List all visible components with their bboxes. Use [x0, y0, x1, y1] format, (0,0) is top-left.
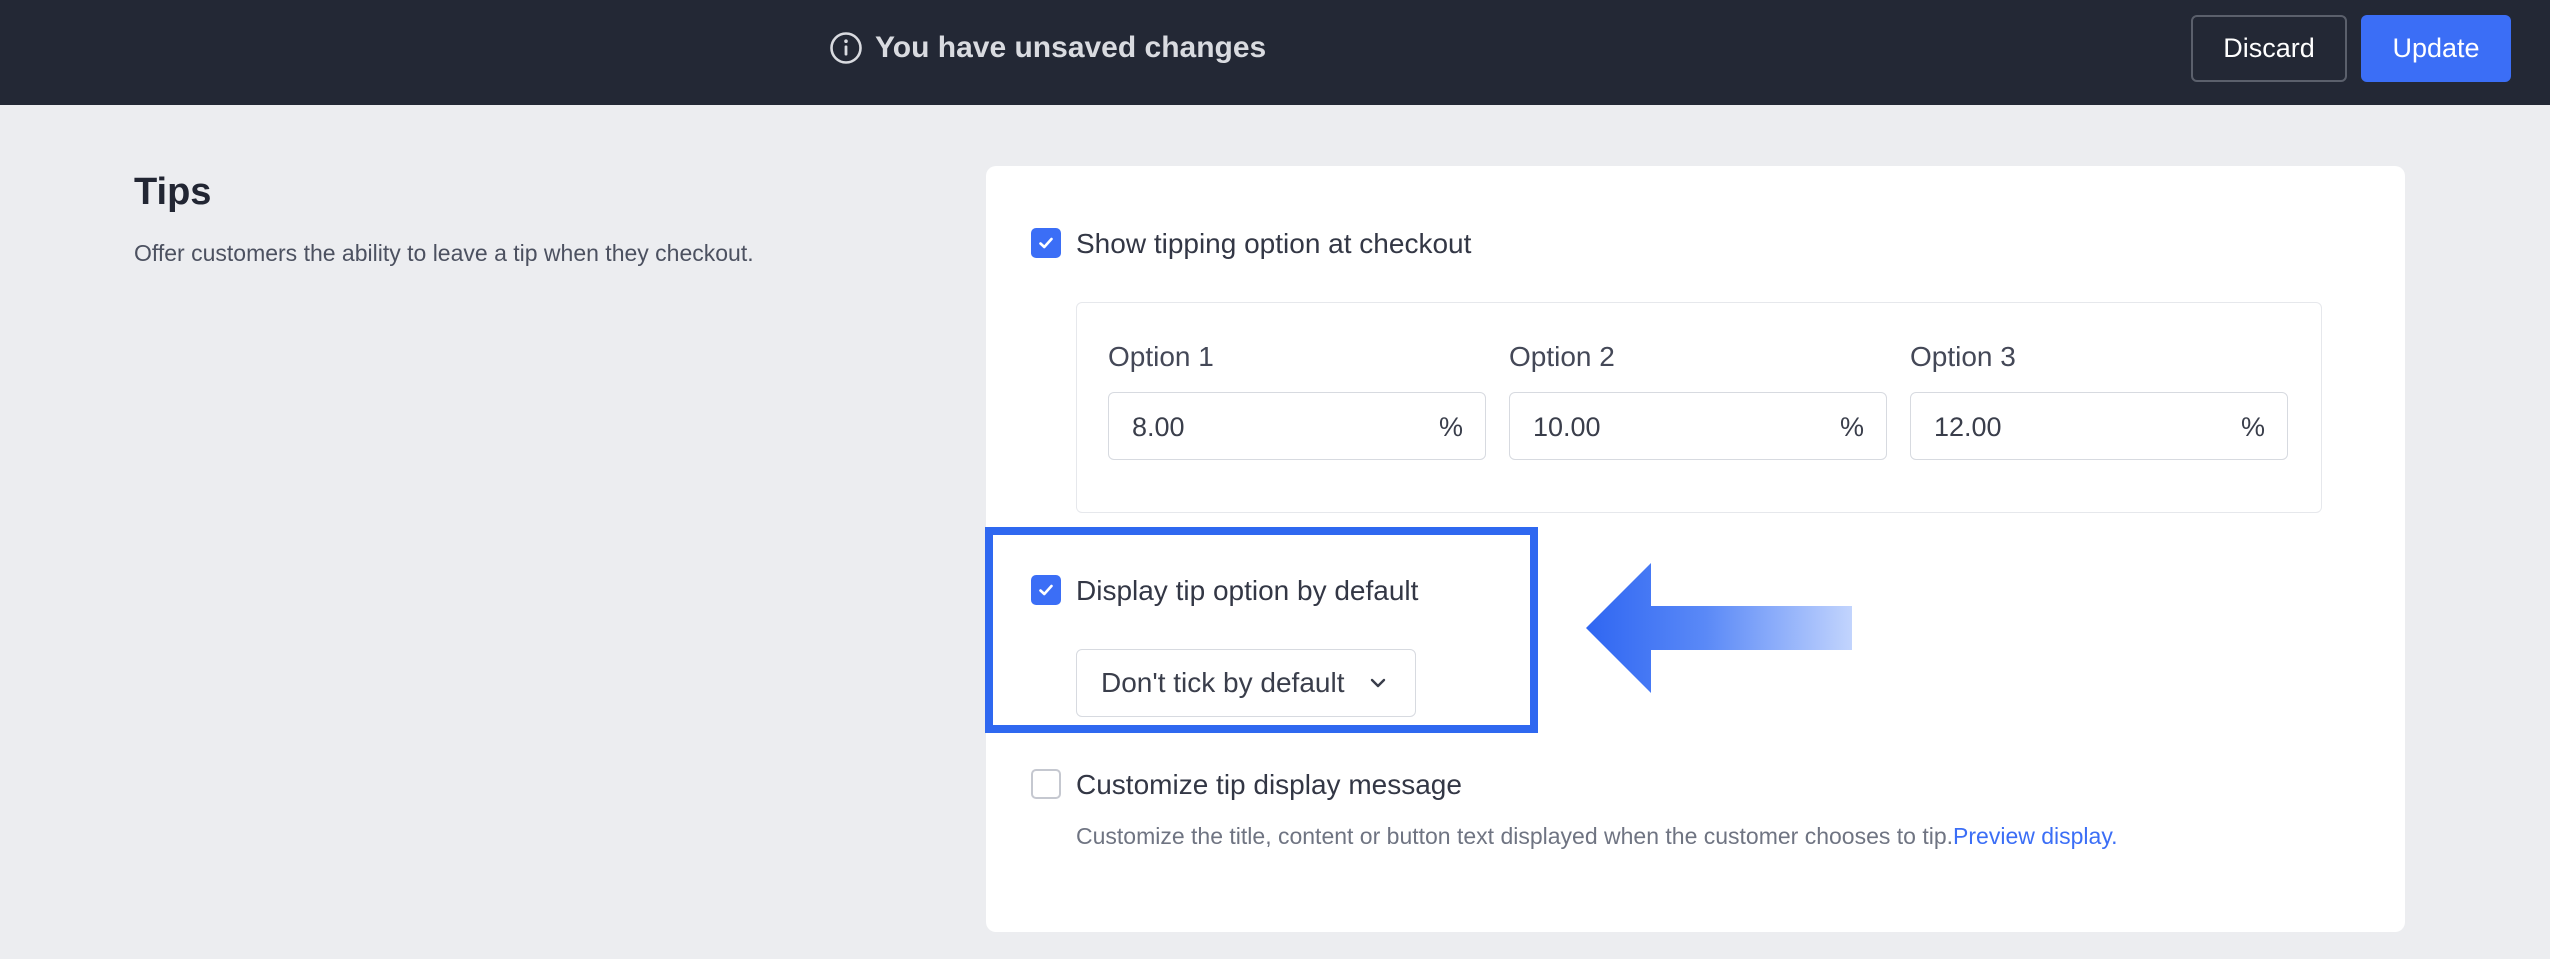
discard-button[interactable]: Discard — [2191, 15, 2347, 82]
option-2-input[interactable]: 10.00 % — [1509, 392, 1887, 460]
display-default-checkbox[interactable] — [1031, 575, 1061, 605]
annotation-arrow-icon — [1586, 563, 1852, 693]
option-3-label: Option 3 — [1910, 341, 2016, 372]
customize-message-label[interactable]: Customize tip display message — [1076, 769, 1462, 801]
default-tick-value: Don't tick by default — [1101, 667, 1345, 698]
customize-message-checkbox[interactable] — [1031, 769, 1061, 799]
option-1-label: Option 1 — [1108, 341, 1214, 372]
show-tipping-label[interactable]: Show tipping option at checkout — [1076, 228, 1471, 260]
chevron-down-icon — [1370, 678, 1386, 688]
display-default-label[interactable]: Display tip option by default — [1076, 575, 1418, 607]
checkmark-icon — [1039, 237, 1053, 249]
default-tick-select[interactable]: Don't tick by default — [1076, 649, 1416, 717]
section-title: Tips — [134, 171, 212, 213]
option-2-label: Option 2 — [1509, 341, 1615, 372]
percent-suffix: % — [1839, 412, 1864, 442]
option-2-value: 10.00 — [1533, 412, 1601, 442]
section-description: Offer customers the ability to leave a t… — [134, 240, 754, 266]
unsaved-changes-bar: You have unsaved changes Discard Update — [0, 0, 2550, 105]
info-icon — [830, 32, 862, 64]
preview-display-link[interactable]: Preview display. — [1953, 823, 2117, 849]
help-description: Customize the title, content or button t… — [1076, 823, 1954, 849]
show-tipping-checkbox[interactable] — [1031, 228, 1061, 258]
option-1-value: 8.00 — [1132, 412, 1185, 442]
option-3-value: 12.00 — [1934, 412, 2002, 442]
option-1-input[interactable]: 8.00 % — [1108, 392, 1486, 460]
option-3-input[interactable]: 12.00 % — [1910, 392, 2288, 460]
unsaved-text: You have unsaved changes — [875, 31, 1267, 64]
update-button[interactable]: Update — [2361, 15, 2511, 82]
percent-suffix: % — [2240, 412, 2265, 442]
checkmark-icon — [1039, 584, 1053, 596]
customize-help-text: Customize the title, content or button t… — [1076, 823, 2118, 850]
percent-suffix: % — [1438, 412, 1463, 442]
unsaved-notice: You have unsaved changes — [829, 27, 1266, 69]
